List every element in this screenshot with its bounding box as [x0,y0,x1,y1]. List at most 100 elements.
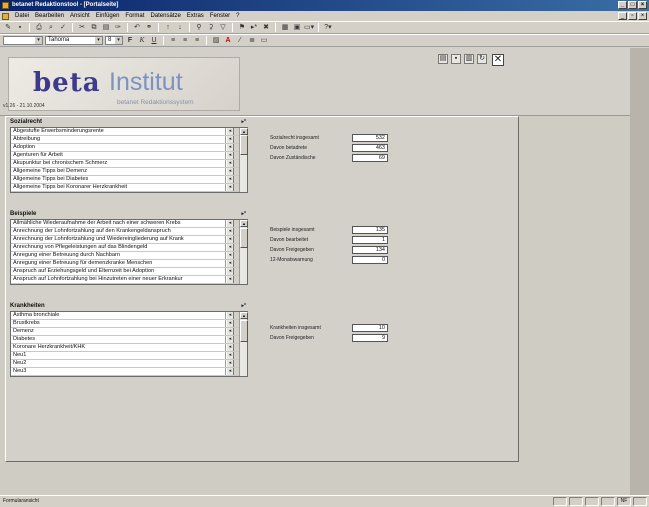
object-combo[interactable]: ▾ [3,36,43,45]
save-icon[interactable]: ▪ [15,23,25,32]
list-item-text[interactable]: Adoption [11,144,226,151]
list-item[interactable]: Agenturen für Arbeit ◂ [11,152,247,160]
edit-icon[interactable]: ◂ [226,276,234,283]
edit-icon[interactable]: ◂ [226,168,234,175]
apply-filter-icon[interactable]: ▽ [218,23,228,32]
close-button[interactable]: × [638,1,647,9]
new-entry-icon[interactable]: ▸* [242,303,246,309]
edit-icon[interactable]: ◂ [226,336,234,343]
paste-icon[interactable]: ▤ [101,23,111,32]
list-item-text[interactable]: Asthma bronchiale [11,312,226,319]
list-item-text[interactable]: Allgemeine Tipps bei Diabetes [11,176,226,183]
edit-icon[interactable]: ◂ [226,136,234,143]
database-window-icon[interactable]: ▣ [292,23,302,32]
list-item-text[interactable]: Anregung einer Betreuung durch Nachbarn [11,252,226,259]
fill-color-icon[interactable]: ▨ [211,36,221,45]
record-button-icon[interactable]: ▪ [451,54,461,64]
chevron-down-icon[interactable]: ▾ [115,37,122,44]
list-item[interactable]: Allgemeine Tipps bei Koronarer Herzkrank… [11,184,247,192]
list-item-text[interactable]: Anrechnung von Pflegeleistungen auf das … [11,244,226,251]
italic-icon[interactable]: K [137,36,147,45]
help-icon[interactable]: ?▾ [323,23,333,32]
find-icon[interactable]: ⚑ [237,23,247,32]
doc-restore-button[interactable]: ▫ [628,12,637,20]
scroll-thumb[interactable] [240,135,248,155]
scroll-thumb[interactable] [240,228,248,248]
list-item[interactable]: Allgemeine Tipps bei Diabetes ◂ [11,176,247,184]
list-item-text[interactable]: Koronare Herzkrankheit/KHK [11,344,226,351]
list-item-text[interactable]: Abgestufte Erwerbsminderungsrente [11,128,226,135]
edit-icon[interactable]: ◂ [226,128,234,135]
edit-icon[interactable]: ◂ [226,244,234,251]
spellcheck-icon[interactable]: ✓ [58,23,68,32]
line-color-icon[interactable]: ⁄ [235,36,245,45]
new-entry-icon[interactable]: ▸* [242,211,246,217]
refresh-icon[interactable]: ↻ [477,54,487,64]
vertical-scrollbar[interactable]: ▲ [239,128,248,192]
edit-icon[interactable]: ◂ [226,360,234,367]
special-effect-icon[interactable]: ▭ [259,36,269,45]
vertical-scrollbar[interactable]: ▲ [239,312,248,376]
list-item[interactable]: Allgemeine Tipps bei Demenz ◂ [11,168,247,176]
preview-icon[interactable]: ⌕ [46,23,56,32]
hyperlink-icon[interactable]: ⚭ [144,23,154,32]
sort-ascending-icon[interactable]: ↑ [163,23,173,32]
properties-icon[interactable]: ▦ [280,23,290,32]
list-item[interactable]: Anregung einer Betreuung durch Nachbarn ◂ [11,252,247,260]
list-item[interactable]: Anrechnung der Lohnfortzahlung auf den K… [11,228,247,236]
chevron-down-icon[interactable]: ▾ [35,37,42,44]
list-item-text[interactable]: Brustkrebs [11,320,226,327]
sort-descending-icon[interactable]: ↓ [175,23,185,32]
list-item[interactable]: Allmähliche Wiederaufnahme der Arbeit na… [11,220,247,228]
edit-icon[interactable]: ◂ [226,252,234,259]
list-item[interactable]: Anspruch auf Erziehungsgeld und Elternze… [11,268,247,276]
line-width-icon[interactable]: ≣ [247,36,257,45]
cut-icon[interactable]: ✂ [77,23,87,32]
list-item[interactable]: Anregung einer Betreuung für demenzkrank… [11,260,247,268]
list-item-text[interactable]: Allgemeine Tipps bei Demenz [11,168,226,175]
edit-icon[interactable]: ◂ [226,152,234,159]
list-item[interactable]: Abgestufte Erwerbsminderungsrente ◂ [11,128,247,136]
font-combo[interactable]: Tahoma ▾ [45,36,103,45]
underline-icon[interactable]: U [149,36,159,45]
list-button-icon[interactable]: ▥ [464,54,474,64]
print-icon[interactable]: ⎙ [34,23,44,32]
scroll-up-icon[interactable]: ▲ [240,128,248,135]
menu-datensaetze[interactable]: Datensätze [150,13,180,19]
list-item[interactable]: Anrechnung der Lohnfortzahlung und Wiede… [11,236,247,244]
doc-close-button[interactable]: × [638,12,647,20]
edit-icon[interactable]: ◂ [226,268,234,275]
list-item[interactable]: Asthma bronchiale ◂ [11,312,247,320]
new-object-icon[interactable]: ▭▾ [304,23,314,32]
document-icon[interactable] [2,12,9,20]
scroll-thumb[interactable] [240,320,248,342]
list-item[interactable]: Anspruch auf Lohnfortzahlung bei Hinzutr… [11,276,247,284]
scroll-up-icon[interactable]: ▲ [240,220,248,227]
copy-icon[interactable]: ⧉ [89,23,99,32]
undo-icon[interactable]: ↶ [132,23,142,32]
list-item[interactable]: Brustkrebs ◂ [11,320,247,328]
list-item-text[interactable]: Allgemeine Tipps bei Koronarer Herzkrank… [11,184,226,191]
edit-icon[interactable]: ◂ [226,352,234,359]
filter-form-icon[interactable]: ⚳ [206,23,216,32]
list-item[interactable]: Anrechnung von Pflegeleistungen auf das … [11,244,247,252]
edit-icon[interactable]: ◂ [226,144,234,151]
list-item-text[interactable]: Neu1 [11,352,226,359]
list-item-text[interactable]: Agenturen für Arbeit [11,152,226,159]
list-item[interactable]: Neu3 ◂ [11,368,247,376]
list-item[interactable]: Abtreibung ◂ [11,136,247,144]
align-center-icon[interactable]: ≡ [180,36,190,45]
list-item-text[interactable]: Neu3 [11,368,226,375]
filter-selection-icon[interactable]: ⚲ [194,23,204,32]
bold-icon[interactable]: F [125,36,135,45]
doc-minimize-button[interactable]: _ [618,12,627,20]
list-item[interactable]: Neu2 ◂ [11,360,247,368]
chevron-down-icon[interactable]: ▾ [95,37,102,44]
maximize-button[interactable]: □ [628,1,637,9]
list-item-text[interactable]: Diabetes [11,336,226,343]
edit-icon[interactable]: ◂ [226,236,234,243]
new-record-icon[interactable]: ▸* [249,23,259,32]
edit-icon[interactable]: ◂ [226,176,234,183]
list-item-text[interactable]: Demenz [11,328,226,335]
format-painter-icon[interactable]: ✑ [113,23,123,32]
